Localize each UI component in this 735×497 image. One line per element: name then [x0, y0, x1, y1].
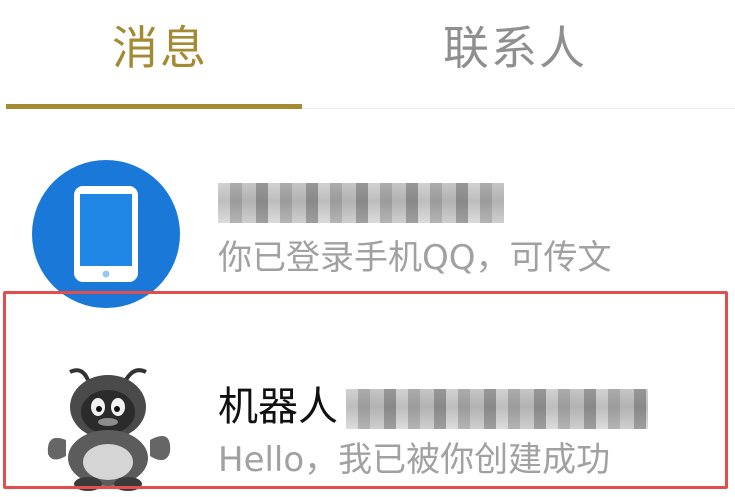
tab-bar: 消息 联系人	[0, 0, 735, 112]
conversation-preview: 你已登录手机QQ，可传文	[218, 238, 612, 278]
conversation-row-device[interactable]: 你已登录手机QQ，可传文	[0, 148, 735, 308]
conversation-title	[218, 178, 504, 224]
tab-divider	[302, 108, 735, 109]
blurred-name	[218, 183, 504, 223]
active-tab-indicator	[6, 104, 302, 109]
tab-messages[interactable]: 消息	[60, 18, 260, 78]
qq-message-screen: 消息 联系人 你已登录手机QQ，可传文 机器人 Hello，我已被你创建成功	[0, 0, 735, 497]
highlight-box	[3, 291, 728, 489]
tablet-icon	[32, 160, 180, 308]
tab-contacts[interactable]: 联系人	[405, 18, 625, 78]
